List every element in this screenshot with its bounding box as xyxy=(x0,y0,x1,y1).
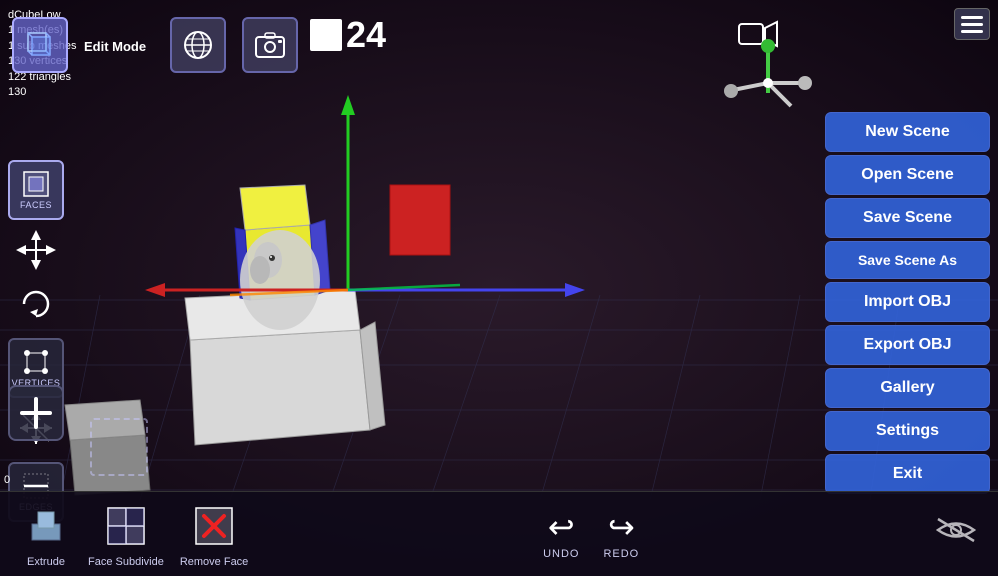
save-scene-button[interactable]: Save Scene xyxy=(825,198,990,238)
redo-label: REDO xyxy=(603,548,639,560)
bottom-left-tools: Extrude Face Subdivide xyxy=(20,500,248,568)
undo-label: UNDO xyxy=(543,548,579,560)
remove-face-icon xyxy=(188,500,240,552)
hamburger-line-2 xyxy=(961,23,983,26)
coords-display: 0 xyxy=(4,474,10,486)
hamburger-menu-button[interactable] xyxy=(954,8,990,40)
hamburger-line-3 xyxy=(961,30,983,33)
open-scene-button[interactable]: Open Scene xyxy=(825,155,990,195)
settings-button[interactable]: Settings xyxy=(825,411,990,451)
add-object-button[interactable] xyxy=(8,385,64,441)
frame-square-icon xyxy=(310,19,342,51)
undo-redo-section: ↩ UNDO ↪ REDO xyxy=(543,508,639,560)
faces-tool-button[interactable]: FACES xyxy=(8,160,64,220)
bottom-toolbar: Extrude Face Subdivide xyxy=(0,491,998,576)
viewport: dCubeLow 1 mesh(es) 1 sub meshes 130 ver… xyxy=(0,0,998,576)
extrude-icon xyxy=(20,500,72,552)
undo-icon: ↩ xyxy=(548,508,575,546)
import-obj-button[interactable]: Import OBJ xyxy=(825,282,990,322)
screenshot-button[interactable] xyxy=(242,17,298,73)
remove-face-tool-button[interactable]: Remove Face xyxy=(180,500,248,568)
face-subdivide-label: Face Subdivide xyxy=(88,556,164,568)
redo-button[interactable]: ↪ REDO xyxy=(603,508,639,560)
faces-label: FACES xyxy=(20,200,52,210)
world-mode-button[interactable] xyxy=(170,17,226,73)
face-subdivide-icon xyxy=(100,500,152,552)
frame-number: 24 xyxy=(346,14,386,56)
right-menu: New Scene Open Scene Save Scene Save Sce… xyxy=(825,112,990,494)
undo-button[interactable]: ↩ UNDO xyxy=(543,508,579,560)
face-subdivide-tool-button[interactable]: Face Subdivide xyxy=(88,500,164,568)
redo-icon: ↪ xyxy=(608,508,635,546)
remove-face-label: Remove Face xyxy=(180,556,248,568)
exit-button[interactable]: Exit xyxy=(825,454,990,494)
visibility-section xyxy=(934,515,978,553)
hamburger-line-1 xyxy=(961,16,983,19)
extrude-tool-button[interactable]: Extrude xyxy=(20,500,72,568)
visibility-toggle-button[interactable] xyxy=(934,515,978,553)
rotate-control-button[interactable] xyxy=(8,280,64,328)
extrude-label: Extrude xyxy=(27,556,65,568)
navigation-gizmo xyxy=(723,38,813,128)
new-scene-button[interactable]: New Scene xyxy=(825,112,990,152)
selection-hint xyxy=(90,418,148,476)
export-obj-button[interactable]: Export OBJ xyxy=(825,325,990,365)
edit-mode-button[interactable] xyxy=(12,17,68,73)
frame-counter: 24 xyxy=(310,14,386,56)
gallery-button[interactable]: Gallery xyxy=(825,368,990,408)
left-toolbar: FACES xyxy=(8,160,64,522)
edit-mode-label: Edit Mode xyxy=(84,39,146,54)
top-toolbar: Edit Mode xyxy=(0,0,998,90)
save-scene-as-button[interactable]: Save Scene As xyxy=(825,241,990,279)
move-control-button[interactable] xyxy=(8,226,64,274)
